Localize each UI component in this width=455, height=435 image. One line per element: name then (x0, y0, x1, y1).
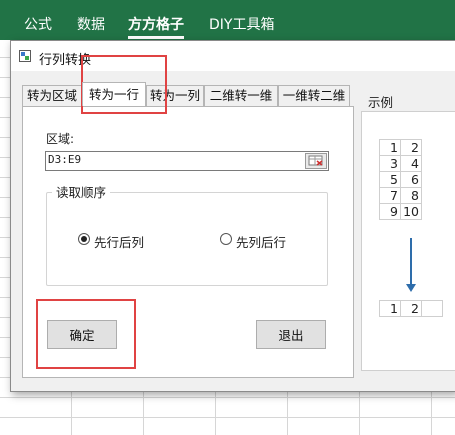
example-source-row: 9 10 (379, 203, 422, 220)
ribbon-tab-formulas[interactable]: 公式 (24, 14, 52, 34)
example-label: 示例 (368, 95, 394, 110)
example-source-grid: 12 34 56 78 9 10 (379, 139, 422, 220)
range-picker-button[interactable] (305, 153, 327, 169)
ribbon-tab-data[interactable]: 数据 (77, 14, 105, 34)
radio-row-first-indicator[interactable] (78, 233, 90, 245)
radio-column-first-label[interactable]: 先列后行 (236, 232, 286, 251)
app-icon (19, 50, 31, 62)
example-cell: 1 (379, 139, 401, 156)
example-cell: 6 (400, 171, 422, 188)
example-cell: 9 (379, 203, 401, 220)
radio-column-first-indicator[interactable] (220, 233, 232, 245)
exit-button[interactable]: 退出 (256, 320, 326, 349)
example-cell: 3 (379, 155, 401, 172)
example-source-row: 34 (379, 155, 422, 172)
active-ribbon-tab-indicator (128, 36, 184, 39)
tab-1d-to-2d[interactable]: 一维转二维 (278, 85, 350, 106)
example-cell: 4 (400, 155, 422, 172)
tab-to-one-row[interactable]: 转为一行 (82, 82, 146, 106)
region-input-value: D3:E9 (48, 153, 82, 166)
region-input[interactable]: D3:E9 (45, 151, 329, 171)
example-cell: 2 (400, 300, 422, 317)
example-result-grid: 1 2 (379, 300, 443, 317)
ribbon-tab-diy-toolbox[interactable]: DIY工具箱 (209, 14, 274, 34)
range-picker-icon (308, 155, 323, 166)
example-arrow-shaft (410, 238, 412, 284)
example-cell: 7 (379, 187, 401, 204)
ribbon-tab-fangfang[interactable]: 方方格子 (128, 14, 184, 34)
example-source-row: 12 (379, 139, 422, 156)
highlight-box-ok-button (36, 299, 136, 369)
example-cell: 1 (379, 300, 401, 317)
tab-to-range[interactable]: 转为区域 (22, 85, 82, 106)
example-cell (421, 300, 443, 317)
example-cell: 10 (400, 203, 422, 220)
example-cell: 5 (379, 171, 401, 188)
example-result-row: 1 2 (379, 300, 443, 317)
read-order-legend: 读取顺序 (52, 182, 111, 201)
tab-2d-to-1d[interactable]: 二维转一维 (204, 85, 278, 106)
excel-ribbon: 公式 数据 方方格子 DIY工具箱 (0, 0, 455, 40)
down-arrow-icon (406, 284, 416, 292)
example-cell: 8 (400, 187, 422, 204)
example-source-row: 78 (379, 187, 422, 204)
dialog-titlebar[interactable]: 行列转换 (11, 41, 455, 71)
region-label: 区域: (46, 132, 75, 146)
example-source-row: 56 (379, 171, 422, 188)
example-cell: 2 (400, 139, 422, 156)
ribbon-tabs: 公式 数据 方方格子 DIY工具箱 (0, 0, 455, 40)
radio-row-first-label[interactable]: 先行后列 (94, 232, 144, 251)
